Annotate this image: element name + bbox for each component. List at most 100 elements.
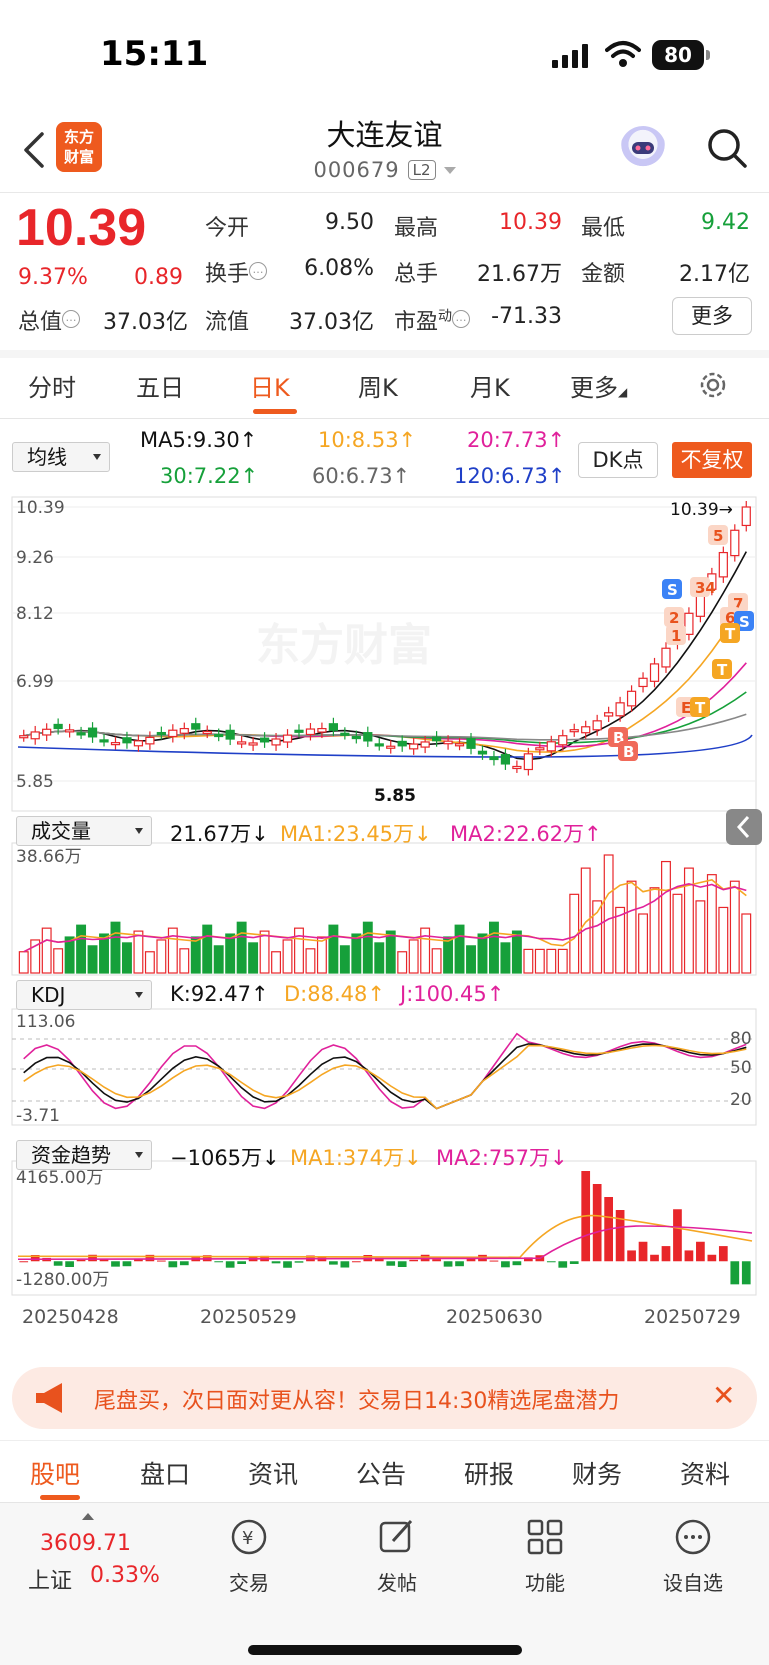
gear-icon[interactable] xyxy=(696,368,730,402)
active-tab-underline xyxy=(253,409,297,414)
min-price-marker: 5.85 xyxy=(374,786,416,806)
signal-label: 2 xyxy=(669,609,679,627)
volume-bar xyxy=(362,921,373,974)
kdj-selector[interactable]: KDJ xyxy=(16,980,152,1010)
candle-body xyxy=(30,731,40,740)
volume-bar xyxy=(500,942,511,974)
fund-ma1: MA1:374万↓ xyxy=(290,1146,422,1170)
tab-five-day[interactable]: 五日 xyxy=(136,368,184,403)
volume-label: 总手 xyxy=(394,262,439,287)
volume-bar xyxy=(454,924,465,974)
tab-news[interactable]: 资讯 xyxy=(248,1455,298,1491)
fund-bar xyxy=(684,1250,694,1262)
candle-body xyxy=(110,742,121,746)
volume-bar xyxy=(156,939,167,974)
bottom-toolbar: 3609.71 上证 0.33% ¥ 交易 发帖 功能 设自选 xyxy=(0,1502,769,1665)
candle-body xyxy=(661,647,671,668)
search-icon[interactable] xyxy=(705,126,749,170)
mktcap-label[interactable]: 总值… xyxy=(18,304,81,336)
fund-bar xyxy=(696,1241,705,1262)
fund-selector[interactable]: 资金趋势 xyxy=(16,1140,152,1170)
pe-label[interactable]: 市盈动… xyxy=(394,304,471,336)
kline-chart-area[interactable]: 东方财富 10.39 9.26 8.12 6.99 5.85 10.39→ 5.85 5… xyxy=(0,495,769,1365)
volume-bar xyxy=(282,939,293,974)
ma5-value: MA5:9.30↑ xyxy=(140,428,258,452)
tab-orderbook[interactable]: 盘口 xyxy=(140,1455,190,1491)
megaphone-icon xyxy=(36,1383,62,1413)
kdj-d-value: D:88.48↑ xyxy=(284,982,385,1006)
tab-weekly-k[interactable]: 周K xyxy=(358,368,398,403)
price-axis-label: 5.85 xyxy=(16,772,54,792)
ma-selector[interactable]: 均线 xyxy=(12,442,110,472)
close-icon[interactable]: ✕ xyxy=(712,1379,735,1412)
ma10-value: 10:8.53↑ xyxy=(318,428,417,452)
fund-bar xyxy=(294,1261,304,1263)
add-watchlist-button[interactable]: 设自选 xyxy=(648,1517,738,1596)
fund-bar xyxy=(19,1261,29,1263)
volume-bar xyxy=(408,939,419,974)
candle-body xyxy=(615,702,625,717)
x-axis-dates: 20250428 20250529 20250630 20250729 xyxy=(22,1306,741,1328)
tab-monthly-k[interactable]: 月K xyxy=(470,368,510,403)
open-value: 9.50 xyxy=(325,210,374,235)
banner-text: 尾盘买，次日面对更从容！交易日14:30精选尾盘潜力 xyxy=(94,1389,620,1414)
volume-bar xyxy=(133,930,144,974)
tab-more[interactable]: 更多◢ xyxy=(570,368,627,403)
tab-finance[interactable]: 财务 xyxy=(572,1455,622,1491)
trade-button[interactable]: ¥ 交易 xyxy=(204,1517,294,1596)
dk-point-button[interactable]: DK点 xyxy=(578,442,658,478)
amount-value: 2.17亿 xyxy=(679,262,750,287)
volume-bar xyxy=(385,930,396,974)
volume-bar xyxy=(305,948,316,974)
tab-intraday[interactable]: 分时 xyxy=(28,368,76,403)
candle-body xyxy=(604,712,614,717)
fund-bar xyxy=(111,1261,120,1267)
candle-body xyxy=(535,747,545,751)
volume-bar xyxy=(99,933,109,974)
pe-label-text: 市盈 xyxy=(394,310,439,335)
x-axis-date: 20250729 xyxy=(644,1306,741,1328)
volume-bar xyxy=(18,951,29,974)
signal-label: B xyxy=(623,743,634,761)
tab-daily-k[interactable]: 日K xyxy=(250,368,290,403)
index-percent: 0.33% xyxy=(90,1563,160,1588)
fund-bar xyxy=(397,1261,407,1268)
promo-banner[interactable]: 尾盘买，次日面对更从容！交易日14:30精选尾盘潜力 ✕ xyxy=(12,1367,757,1429)
ai-robot-avatar-icon[interactable] xyxy=(620,126,666,172)
kdj-y-top: 113.06 xyxy=(16,1012,75,1032)
tab-forum[interactable]: 股吧 xyxy=(30,1455,80,1491)
volume-selector[interactable]: 成交量 xyxy=(16,816,152,846)
caret-up-icon xyxy=(82,1513,94,1520)
volume-bar xyxy=(190,936,201,974)
tab-research[interactable]: 研报 xyxy=(464,1455,514,1491)
turnover-label[interactable]: 换手… xyxy=(205,256,268,288)
volume-bar xyxy=(144,951,155,974)
volume-bar xyxy=(351,933,362,974)
mktcap-label-text: 总值 xyxy=(18,310,63,335)
signal-label: 5 xyxy=(713,527,723,545)
candle-body xyxy=(294,729,304,733)
tab-profile[interactable]: 资料 xyxy=(680,1455,730,1491)
tab-announcements[interactable]: 公告 xyxy=(356,1455,406,1491)
edit-post-icon xyxy=(379,1519,413,1553)
candle-body xyxy=(133,740,144,747)
volume-bar xyxy=(248,942,259,974)
caret-down-icon xyxy=(93,454,101,460)
price-axis-label: 9.26 xyxy=(16,548,54,568)
functions-button[interactable]: 功能 xyxy=(500,1517,590,1596)
battery-icon: 80 xyxy=(652,40,704,70)
index-value[interactable]: 3609.71 xyxy=(40,1531,131,1556)
fund-bar xyxy=(179,1261,189,1266)
candle-body xyxy=(214,733,224,738)
volume-bar xyxy=(339,945,350,974)
chevron-down-icon xyxy=(443,166,456,174)
kdj-level-50: 50 xyxy=(730,1058,752,1078)
low-label: 最低 xyxy=(581,216,626,241)
more-fields-button[interactable]: 更多 xyxy=(672,297,752,335)
signal-label: E xyxy=(681,699,691,717)
post-button[interactable]: 发帖 xyxy=(352,1517,442,1596)
pe-sup: 动 xyxy=(438,308,453,325)
no-adjust-button[interactable]: 不复权 xyxy=(672,442,752,478)
candle-body xyxy=(569,729,579,733)
candle-body xyxy=(730,529,740,557)
